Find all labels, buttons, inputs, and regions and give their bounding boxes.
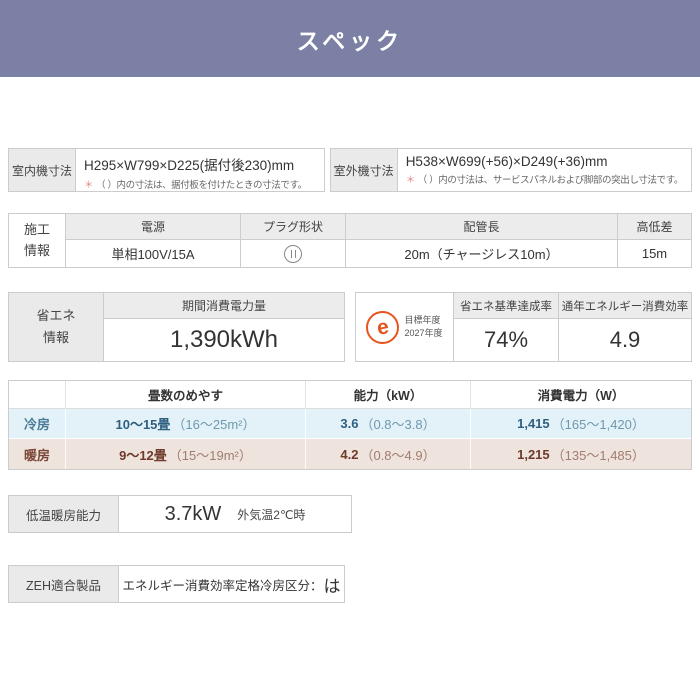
plug-shape-header: プラグ形状 — [241, 214, 346, 240]
indoor-dimensions-label: 室内機寸法 — [9, 149, 76, 191]
period-consumption-column: 期間消費電力量 1,390kWh — [104, 293, 344, 361]
page-header: スペック — [0, 0, 700, 77]
note-asterisk-icon: ＊ — [84, 180, 94, 191]
cooling-row: 冷房 10〜15畳 （16〜25m²） 3.6 （0.8〜3.8） 1,415 （16… — [9, 409, 691, 439]
cooling-tatami-value: 10〜15畳 — [115, 417, 171, 432]
spec-content: 室内機寸法 H295×W799×D225(据付後230)mm ＊（ ）内の寸法は… — [0, 148, 700, 603]
construction-info-label: 施工 情報 — [9, 214, 66, 267]
outdoor-dimensions-value: H538×W699(+56)×D249(+36)mm — [405, 154, 608, 169]
pipe-length-value: 20m（チャージレス10m） — [346, 240, 618, 267]
zeh-category-text: エネルギー消費効率定格冷房区分： — [122, 578, 323, 593]
energy-saving-section: 省エネ 情報 期間消費電力量 1,390kWh e 目標年度 2027年度 省エ… — [8, 292, 692, 362]
power-header: 消費電力（W） — [537, 389, 625, 403]
period-consumption-header: 期間消費電力量 — [104, 293, 344, 319]
heating-tatami-range: （15〜19m²） — [168, 447, 252, 463]
cooling-row-label: 冷房 — [9, 409, 66, 438]
note-asterisk-icon: ＊ — [405, 175, 416, 186]
low-temp-heating-label: 低温暖房能力 — [9, 496, 119, 532]
cooling-power-range: （165〜1,420） — [551, 417, 645, 432]
construction-info-table: 施工 情報 電源 プラグ形状 配管長 高低差 単相100V/15A 20m（チャ… — [8, 213, 692, 268]
power-supply-value: 単相100V/15A — [66, 240, 241, 267]
performance-table: 畳数のめやす 能力（kW） 消費電力（W） 冷房 10〜15畳 （16〜25m²）… — [8, 380, 692, 470]
energy-rating-table: e 目標年度 2027年度 省エネ基準達成率 74% 通年エネルギー消費効率 4… — [355, 292, 692, 362]
heating-capacity-value: 4.2 — [340, 446, 359, 462]
target-year-value: 2027年度 — [404, 328, 443, 338]
low-temp-heating-table: 低温暖房能力 3.7kW 外気温2℃時 — [8, 495, 352, 533]
achievement-rate-header: 省エネ基準達成率 — [454, 293, 558, 319]
outdoor-dimensions-note: ＊（ ）内の寸法は、サービスパネルおよび脚部の突出し寸法です。 — [405, 172, 684, 186]
energy-label-line1: 省エネ — [36, 307, 76, 323]
energy-mark-cell: e 目標年度 2027年度 — [356, 293, 454, 361]
energy-saving-e-mark-icon: e — [366, 310, 400, 344]
performance-corner-cell — [9, 381, 66, 408]
performance-header-row: 畳数のめやす 能力（kW） 消費電力（W） — [9, 381, 691, 409]
cooling-capacity-cell: 3.6 （0.8〜3.8） — [306, 409, 471, 438]
zeh-category-grade: は — [323, 576, 341, 596]
zeh-table: ZEH適合製品 エネルギー消費効率定格冷房区分： は — [8, 565, 345, 603]
tatami-header: 畳数のめやす — [66, 381, 306, 408]
cooling-tatami-range: （16〜25m²） — [172, 417, 256, 432]
page-title: スペック — [296, 27, 404, 54]
heating-power-cell: 1,215 （135〜1,485） — [471, 439, 691, 469]
height-difference-value: 15m — [641, 246, 668, 261]
cooling-capacity-value: 3.6 — [340, 416, 359, 431]
energy-label-line2: 情報 — [42, 330, 69, 345]
e-mark-letter: e — [375, 314, 391, 340]
outdoor-dimensions-note-text: （ ）内の寸法は、サービスパネルおよび脚部の突出し寸法です。 — [417, 175, 684, 186]
heating-tatami-cell: 9〜12畳 （15〜19m²） — [66, 439, 306, 469]
construction-columns: 電源 プラグ形状 配管長 高低差 単相100V/15A 20m（チャージレス10… — [66, 214, 691, 267]
power-supply-header: 電源 — [66, 214, 241, 240]
indoor-dimensions-note: ＊（ ）内の寸法は、据付板を付けたときの寸法です。 — [84, 177, 316, 191]
cooling-power-value: 1,415 — [517, 416, 550, 431]
achievement-rate-column: 省エネ基準達成率 74% — [454, 293, 559, 361]
construction-label-line1: 施工 — [23, 222, 50, 238]
heating-capacity-range: （0.8〜4.9） — [360, 447, 436, 463]
cooling-capacity-range: （0.8〜3.8） — [360, 417, 436, 432]
outdoor-dimensions-row: 室外機寸法 H538×W699(+56)×D249(+36)mm ＊（ ）内の寸… — [329, 148, 692, 192]
plug-prongs-icon — [290, 249, 296, 258]
achievement-rate-value: 74% — [483, 327, 529, 352]
indoor-dimensions-note-text: （ ）内の寸法は、据付板を付けたときの寸法です。 — [96, 180, 307, 191]
low-temp-heating-condition: 外気温2℃時 — [237, 507, 306, 522]
height-difference-header: 高低差 — [618, 214, 691, 240]
apf-value: 4.9 — [609, 327, 641, 352]
period-consumption-value: 1,390kWh — [169, 326, 279, 353]
energy-period-table: 省エネ 情報 期間消費電力量 1,390kWh — [8, 292, 345, 362]
heating-row: 暖房 9〜12畳 （15〜19m²） 4.2 （0.8〜4.9） 1,215 （135… — [9, 439, 691, 469]
cooling-power-cell: 1,415 （165〜1,420） — [471, 409, 691, 438]
cooling-tatami-cell: 10〜15畳 （16〜25m²） — [66, 409, 306, 438]
apf-column: 通年エネルギー消費効率 4.9 — [559, 293, 691, 361]
heating-capacity-cell: 4.2 （0.8〜4.9） — [306, 439, 471, 469]
outdoor-dimensions-label: 室外機寸法 — [330, 149, 398, 191]
heating-tatami-value: 9〜12畳 — [119, 447, 167, 463]
low-temp-heating-value-cell: 3.7kW 外気温2℃時 — [119, 496, 351, 532]
plug-type-ii-icon — [284, 244, 302, 263]
dimensions-section: 室内機寸法 H295×W799×D225(据付後230)mm ＊（ ）内の寸法は… — [8, 148, 692, 192]
zeh-label: ZEH適合製品 — [9, 566, 119, 602]
heating-power-range: （135〜1,485） — [551, 447, 645, 463]
low-temp-heating-value: 3.7kW — [164, 502, 222, 525]
energy-mark-target-year: 目標年度 2027年度 — [404, 314, 442, 341]
heating-power-value: 1,215 — [517, 446, 550, 462]
apf-header: 通年エネルギー消費効率 — [559, 293, 691, 319]
heating-row-label: 暖房 — [9, 439, 66, 469]
construction-label-line2: 情報 — [23, 242, 50, 258]
plug-shape-cell — [241, 240, 346, 267]
energy-saving-label: 省エネ 情報 — [9, 293, 104, 361]
indoor-dimensions-value: H295×W799×D225(据付後230)mm — [84, 158, 295, 173]
capacity-header: 能力（kW） — [306, 381, 471, 408]
indoor-dimensions-row: 室内機寸法 H295×W799×D225(据付後230)mm ＊（ ）内の寸法は… — [8, 148, 325, 192]
indoor-dimensions-value-cell: H295×W799×D225(据付後230)mm ＊（ ）内の寸法は、据付板を付… — [76, 149, 324, 191]
outdoor-dimensions-value-cell: H538×W699(+56)×D249(+36)mm ＊（ ）内の寸法は、サービ… — [398, 149, 691, 191]
zeh-value-cell: エネルギー消費効率定格冷房区分： は — [119, 566, 344, 602]
pipe-length-header: 配管長 — [346, 214, 618, 240]
target-year-label: 目標年度 — [404, 314, 441, 325]
